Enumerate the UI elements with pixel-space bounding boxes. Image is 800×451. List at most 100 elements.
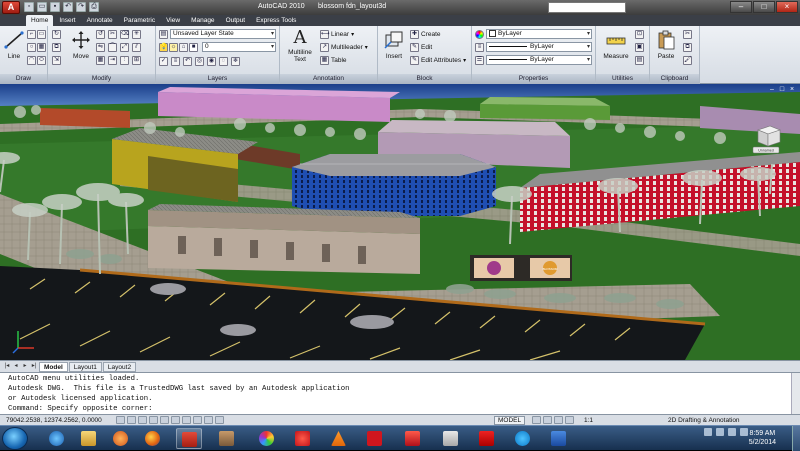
undo-icon[interactable]: ↶ [63, 2, 73, 12]
multiline-text-button[interactable]: A Multiline Text [284, 28, 316, 64]
insert-block-button[interactable]: Insert [381, 30, 407, 60]
utilities-panel-label[interactable]: Utilities [596, 74, 649, 84]
command-prompt[interactable]: Command: Specify opposite corner: [8, 405, 153, 413]
quick-view-layouts-icon[interactable] [532, 416, 541, 424]
grid-toggle[interactable] [127, 416, 136, 424]
stretch-tool[interactable]: ⇲ [52, 55, 61, 65]
application-menu-button[interactable]: A [2, 1, 20, 14]
drawing-viewport[interactable]: BLOSSOM [0, 84, 800, 360]
tab-express-tools[interactable]: Express Tools [251, 15, 301, 26]
select-all-tool[interactable]: ▣ [635, 42, 644, 52]
match-layer-icon[interactable]: ≡ [171, 56, 180, 66]
modify-panel-label[interactable]: Modify [48, 74, 155, 84]
taskbar-file-explorer[interactable] [76, 428, 102, 449]
polar-toggle[interactable] [149, 416, 158, 424]
arc-tool[interactable]: ◠ [27, 55, 36, 65]
command-line[interactable]: AutoCAD menu utilities loaded. Autodesk … [0, 372, 800, 415]
viewport-maximize-button[interactable]: □ [778, 86, 786, 94]
color-dropdown[interactable]: ByLayer [486, 29, 592, 39]
taskbar-internet-explorer[interactable] [44, 428, 70, 449]
tab-output[interactable]: Output [221, 15, 251, 26]
network-icon[interactable] [716, 428, 724, 436]
plot-icon[interactable]: ⎙ [89, 2, 99, 12]
previous-layout-button[interactable]: ◂ [12, 362, 20, 371]
rotate-icon[interactable]: ↺ [96, 29, 105, 39]
viewport-close-button[interactable]: × [788, 86, 796, 94]
taskbar-picasa[interactable] [254, 428, 280, 449]
snap-toggle[interactable] [116, 416, 125, 424]
linetype-dropdown[interactable]: ByLayer [486, 42, 592, 52]
layers-panel-label[interactable]: Layers [156, 74, 279, 84]
tab-view[interactable]: View [161, 15, 185, 26]
tab-parametric[interactable]: Parametric [119, 15, 160, 26]
workspace-switcher[interactable]: 2D Drafting & Annotation [668, 416, 740, 425]
table-button[interactable]: ▦ Table [320, 55, 347, 65]
open-icon[interactable]: ▭ [37, 2, 47, 12]
ellipse-tool[interactable]: ⬭ [37, 55, 46, 65]
trim-icon[interactable]: ✂ [108, 29, 117, 39]
current-layer-dropdown[interactable]: 0 [202, 42, 276, 52]
edit-block-button[interactable]: ✎ Edit [410, 42, 432, 52]
fillet-icon[interactable]: ⌒ [108, 42, 117, 52]
dyn-toggle[interactable] [193, 416, 202, 424]
layer-state-dropdown[interactable]: Unsaved Layer State [170, 29, 276, 39]
taskbar-pdf-reader[interactable] [400, 428, 426, 449]
viewport-minimize-button[interactable]: – [768, 86, 776, 94]
taskbar-vlc[interactable] [326, 428, 352, 449]
taskbar-firefox[interactable] [140, 428, 166, 449]
clipboard-panel-label[interactable]: Clipboard [650, 74, 699, 84]
taskbar-archive[interactable] [214, 428, 240, 449]
taskbar-avira[interactable] [362, 428, 388, 449]
show-desktop-button[interactable] [792, 426, 800, 451]
system-clock[interactable]: 8:59 AM 5/2/2014 [749, 429, 776, 447]
measure-button[interactable]: Measure [600, 30, 632, 60]
paste-button[interactable]: Paste [653, 30, 679, 60]
viewcube-icon[interactable]: Unnamed [748, 124, 784, 154]
circle-tool[interactable]: ○ [27, 42, 36, 52]
unisolate-icon[interactable]: ◉ [207, 56, 216, 66]
tab-annotate[interactable]: Annotate [82, 15, 118, 26]
pan-icon[interactable] [554, 416, 563, 424]
tab-model[interactable]: Model [39, 361, 68, 372]
search-input[interactable] [548, 2, 626, 13]
ortho-toggle[interactable] [138, 416, 147, 424]
annotation-panel-label[interactable]: Annotation [280, 74, 377, 84]
next-layout-button[interactable]: ▸ [21, 362, 29, 371]
layer-color-icon[interactable]: ■ [189, 42, 198, 52]
tab-layout1[interactable]: Layout1 [68, 361, 102, 372]
model-space-toggle[interactable]: MODEL [494, 416, 526, 425]
quick-view-drawings-icon[interactable] [543, 416, 552, 424]
mirror-icon[interactable]: ⇋ [96, 42, 105, 52]
quick-select-tool[interactable]: ⊡ [635, 29, 644, 39]
layer-properties-icon[interactable]: ▤ [159, 29, 168, 39]
linear-dimension-button[interactable]: ⟷ Linear ▾ [320, 29, 354, 39]
linetype-icon[interactable]: ≡ [475, 42, 484, 52]
save-icon[interactable]: ▪ [50, 2, 60, 12]
tab-layout2[interactable]: Layout2 [102, 361, 137, 372]
break-icon[interactable]: ⫶ [120, 55, 129, 65]
minimize-button[interactable]: – [730, 1, 752, 13]
match-properties-tool[interactable]: 🖌 [683, 55, 692, 65]
command-scrollbar[interactable] [791, 373, 800, 415]
calculator-tool[interactable]: ▤ [635, 55, 644, 65]
qp-toggle[interactable] [215, 416, 224, 424]
hatch-tool[interactable]: ▦ [37, 42, 46, 52]
layer-lock-icon[interactable]: ⌂ [179, 42, 188, 52]
array-icon[interactable]: ▦ [96, 55, 105, 65]
join-icon[interactable]: ⊞ [132, 55, 141, 65]
close-button[interactable]: × [776, 1, 798, 13]
flag-icon[interactable] [740, 428, 748, 436]
taskbar-media-player[interactable] [108, 428, 134, 449]
layer-freeze-tool-icon[interactable]: ❄ [231, 56, 240, 66]
ducs-toggle[interactable] [182, 416, 191, 424]
make-current-icon[interactable]: ✓ [159, 56, 168, 66]
osnap-toggle[interactable] [160, 416, 169, 424]
undo-tool[interactable]: ↻ [52, 29, 61, 39]
layer-previous-icon[interactable]: ↶ [183, 56, 192, 66]
new-icon[interactable]: ▫ [24, 2, 34, 12]
properties-panel-label[interactable]: Properties [472, 74, 595, 84]
start-button[interactable] [2, 427, 28, 450]
extend-icon[interactable]: ⇥ [108, 55, 117, 65]
color-wheel-icon[interactable] [475, 29, 484, 39]
taskbar-reader[interactable] [438, 428, 464, 449]
